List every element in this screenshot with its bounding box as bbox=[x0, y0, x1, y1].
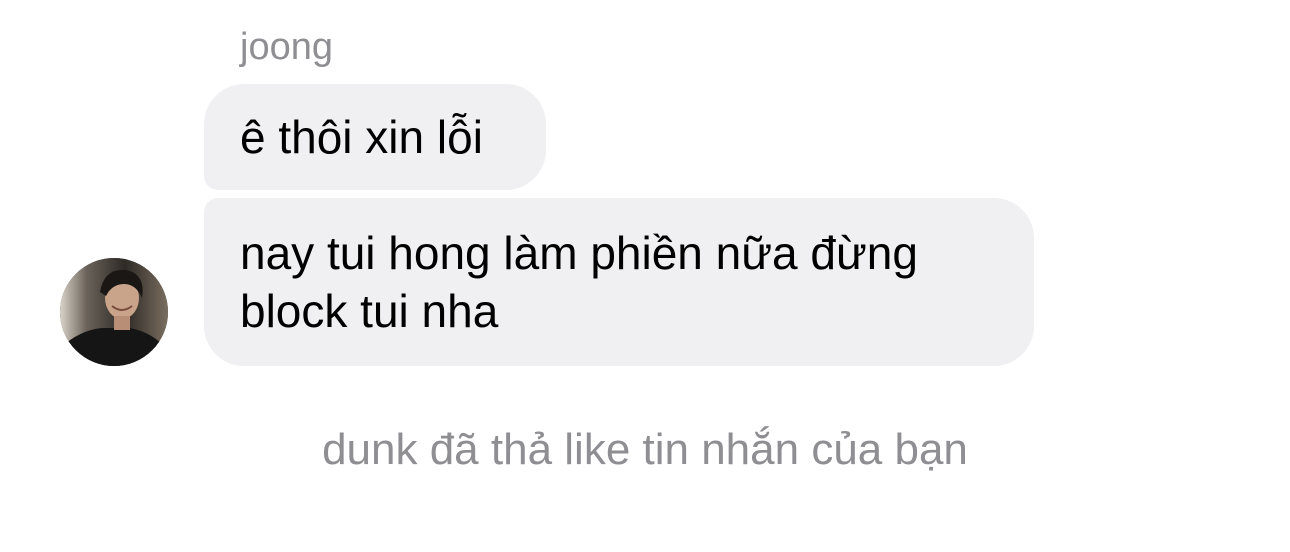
sender-name: joong bbox=[240, 26, 333, 68]
message-bubble[interactable]: nay tui hong làm phiền nữa đừng block tu… bbox=[204, 198, 1034, 366]
profile-photo-icon bbox=[60, 258, 168, 366]
message-text: ê thôi xin lỗi bbox=[240, 111, 483, 163]
avatar[interactable] bbox=[60, 258, 168, 366]
reaction-notice-text: dunk đã thả like tin nhắn của bạn bbox=[322, 425, 968, 474]
message-bubble[interactable]: ê thôi xin lỗi bbox=[204, 84, 546, 190]
message-text-line-1: nay tui hong làm phiền nữa đừng bbox=[240, 227, 918, 279]
message-text-line-2: block tui nha bbox=[240, 285, 499, 337]
reaction-notice: dunk đã thả like tin nhắn của bạn bbox=[0, 422, 1290, 478]
